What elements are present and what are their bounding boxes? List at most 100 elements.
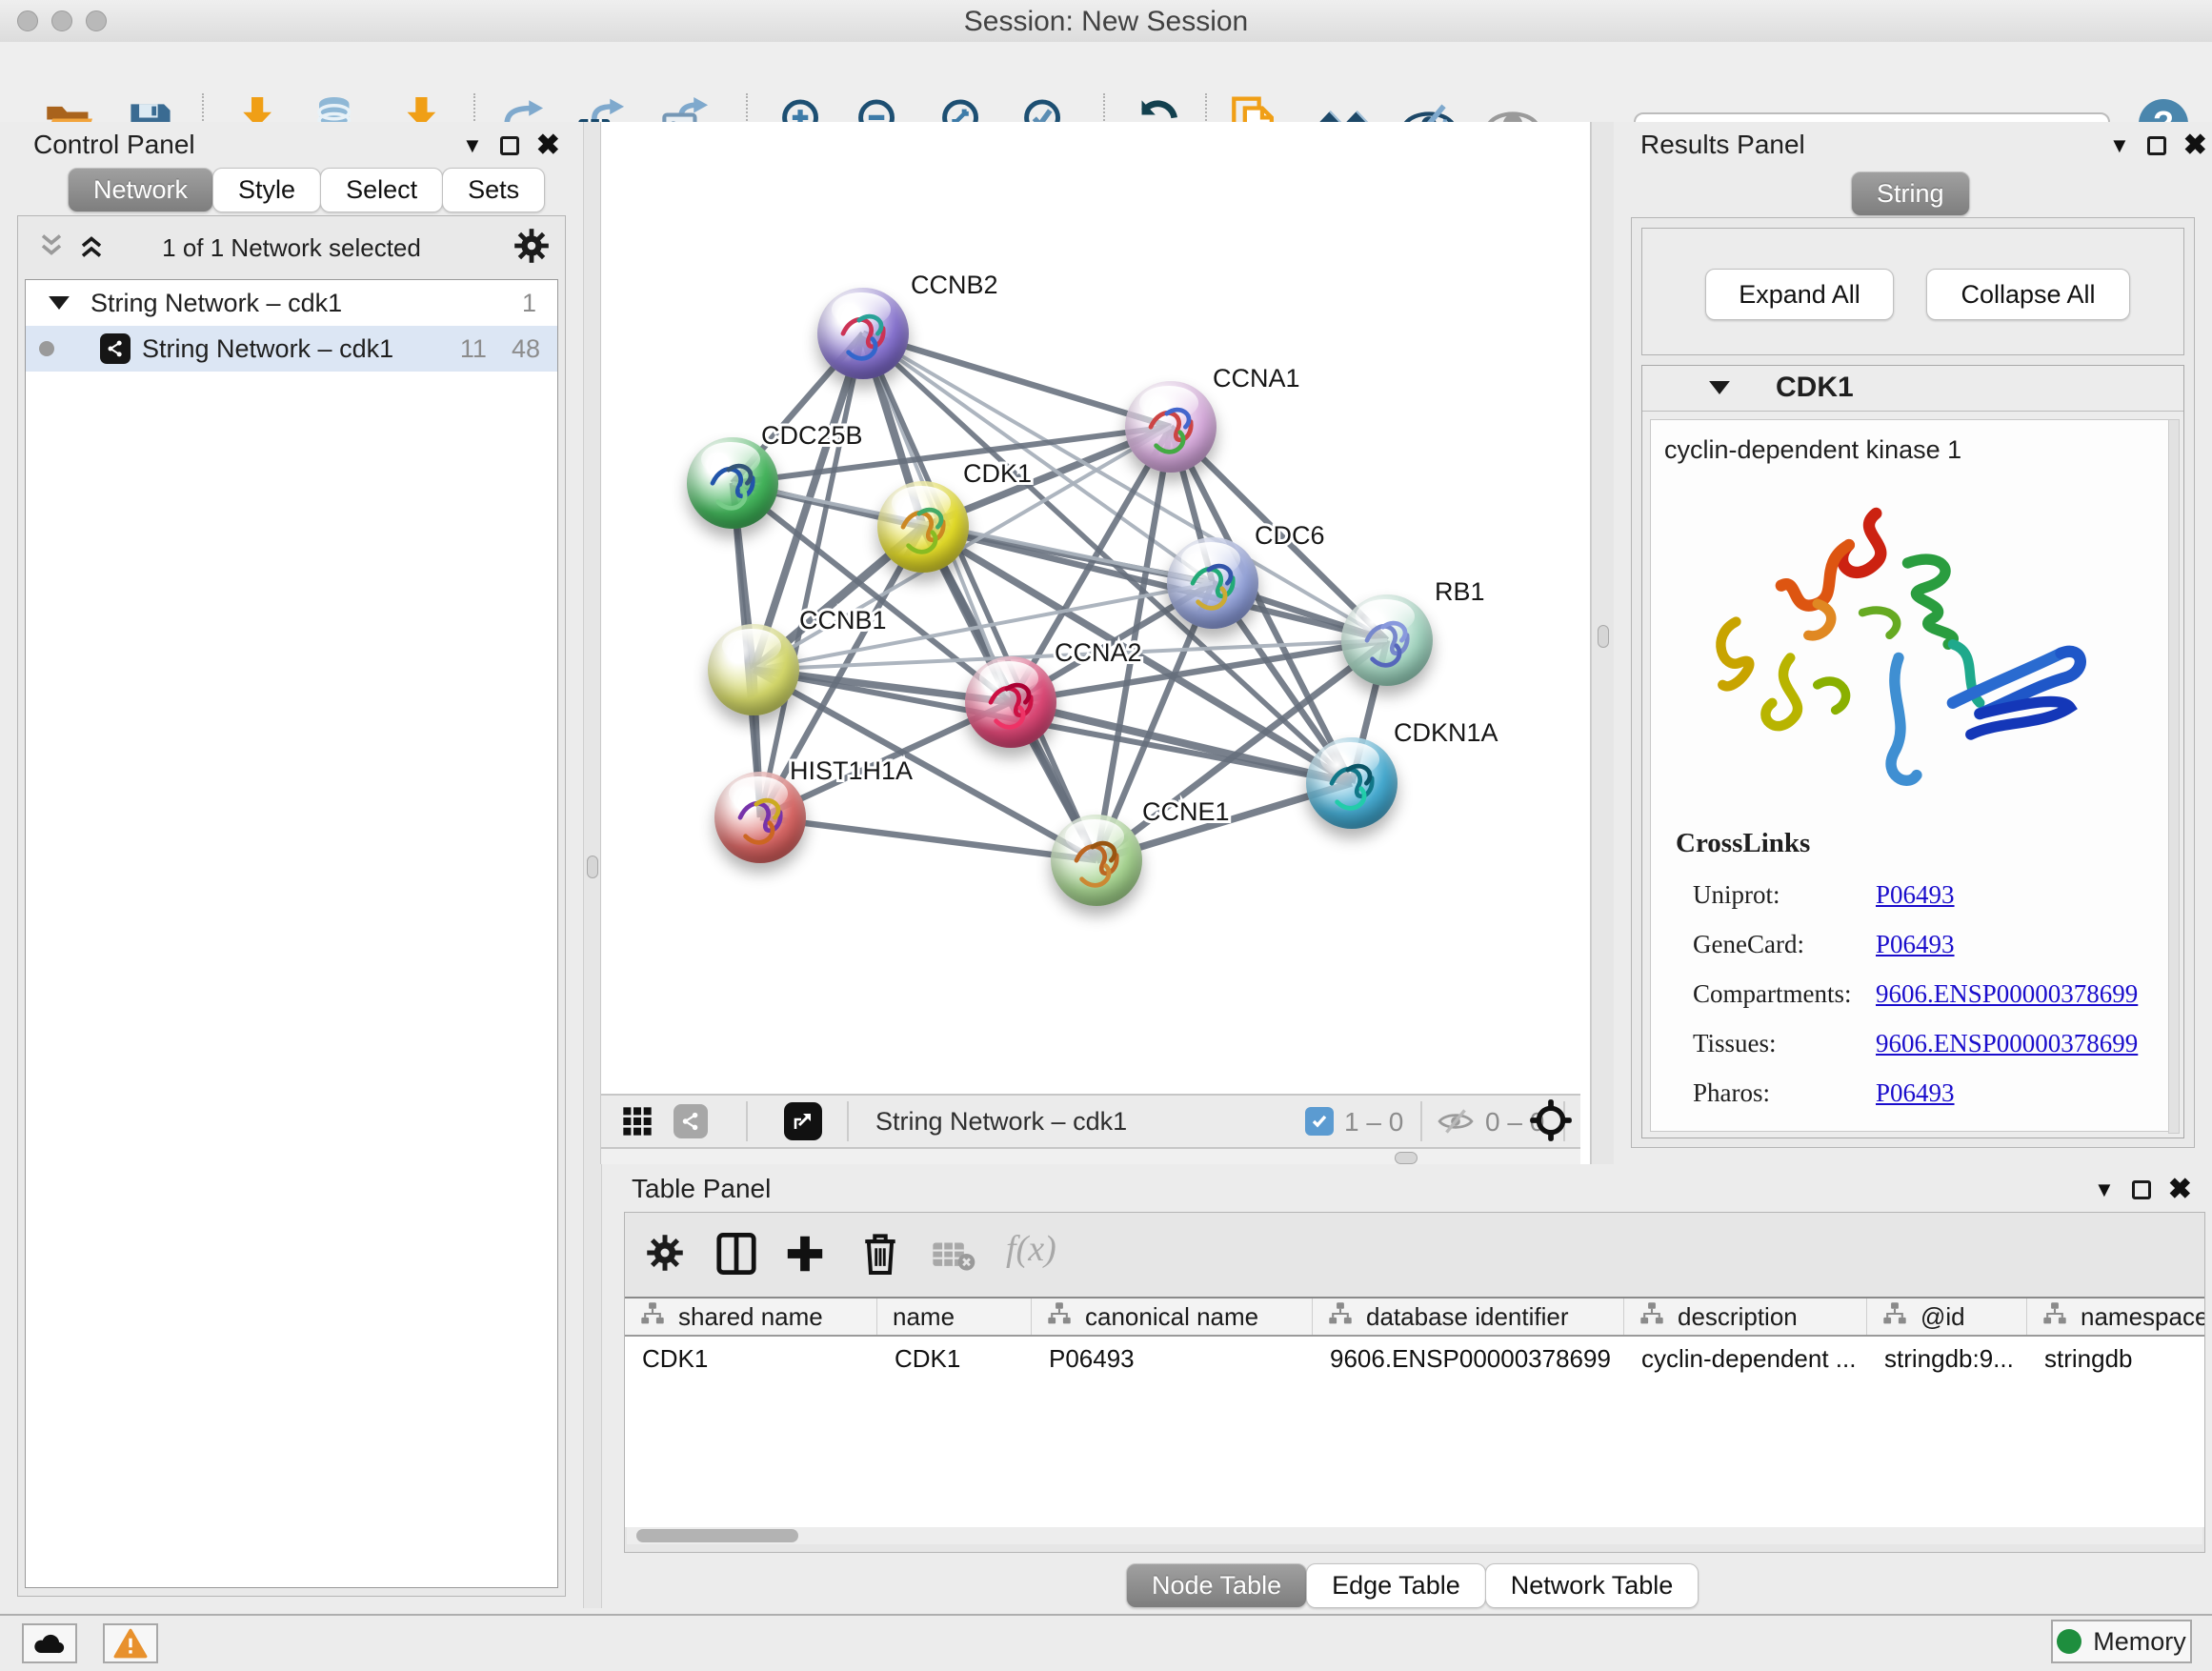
selected-count: 1 – 0 <box>1344 1107 1403 1137</box>
node-CCNA1[interactable] <box>1125 381 1217 473</box>
results-panel-menu-icon[interactable]: ▼ <box>2109 133 2130 158</box>
close-panel-icon[interactable]: ✖ <box>2168 1180 2192 1199</box>
tab-select[interactable]: Select <box>320 168 443 212</box>
node-CCNA2[interactable] <box>965 656 1056 748</box>
warning-button[interactable] <box>103 1623 158 1663</box>
column-header-namespace[interactable]: namespace <box>2027 1299 2205 1335</box>
node-CDC6[interactable] <box>1167 537 1258 629</box>
selected-checkbox[interactable] <box>1305 1107 1334 1136</box>
table-panel-menu-icon[interactable]: ▼ <box>2094 1178 2115 1202</box>
column-header-shared-name[interactable]: shared name <box>625 1299 877 1335</box>
hierarchy-icon <box>1639 1301 1664 1333</box>
cell-canonical-name[interactable]: P06493 <box>1032 1337 1313 1527</box>
table-settings-gear-icon[interactable] <box>646 1234 684 1277</box>
memory-button[interactable]: Memory <box>2051 1620 2192 1663</box>
tab-style[interactable]: Style <box>212 168 321 212</box>
tab-sets[interactable]: Sets <box>442 168 545 212</box>
hierarchy-icon <box>2042 1301 2067 1333</box>
node-CDK1[interactable] <box>877 481 969 573</box>
splitter-handle[interactable] <box>587 856 598 878</box>
network-canvas[interactable]: CCNB2CCNA1CDC25BCDK1CDC6RB1CCNB1CCNA2CDK… <box>601 122 1580 1094</box>
toolbar-separator <box>1420 1101 1422 1141</box>
splitter-bottom[interactable] <box>601 1149 1580 1164</box>
results-panel: Results Panel ▼ ✖ String Expand All Coll… <box>1614 122 2212 1164</box>
edge-CCNB2-CCNA1[interactable] <box>863 333 1171 427</box>
collapse-triangle-icon[interactable] <box>1709 381 1730 394</box>
crosslink-link[interactable]: P06493 <box>1876 1078 1955 1108</box>
tab-network-table[interactable]: Network Table <box>1485 1563 1699 1608</box>
hierarchy-icon <box>640 1301 665 1333</box>
column-header-database-identifier[interactable]: database identifier <box>1313 1299 1624 1335</box>
cell-name[interactable]: CDK1 <box>877 1337 1032 1527</box>
node-RB1[interactable] <box>1341 594 1433 686</box>
memory-status-dot <box>2057 1629 2081 1654</box>
splitter-handle[interactable] <box>1598 625 1609 648</box>
control-panel-menu-icon[interactable]: ▼ <box>462 133 483 158</box>
node-label-CDK1: CDK1 <box>963 459 1032 488</box>
network-row-selected[interactable]: String Network – cdk1 11 48 <box>26 326 557 372</box>
network-share-view-icon[interactable] <box>674 1104 708 1138</box>
column-header-description[interactable]: description <box>1624 1299 1867 1335</box>
tab-string[interactable]: String <box>1851 171 1970 216</box>
gear-icon[interactable] <box>513 228 550 269</box>
table-row[interactable]: CDK1CDK1P064939606.ENSP00000378699cyclin… <box>625 1337 2205 1527</box>
column-header-name[interactable]: name <box>877 1299 1032 1335</box>
crosslink-link[interactable]: 9606.ENSP00000378699 <box>1876 979 2138 1009</box>
float-panel-icon[interactable] <box>2147 136 2166 155</box>
cell-namespace[interactable]: stringdb <box>2027 1337 2205 1527</box>
gene-details: cyclin-dependent kinase 1 <box>1650 419 2176 1132</box>
float-panel-icon[interactable] <box>2132 1180 2151 1199</box>
table-horizontal-scrollbar[interactable] <box>627 1527 2202 1544</box>
crosslink-link[interactable]: 9606.ENSP00000378699 <box>1876 1029 2138 1058</box>
crosslink-link[interactable]: P06493 <box>1876 880 1955 910</box>
add-column-icon[interactable] <box>785 1234 825 1278</box>
tab-node-table[interactable]: Node Table <box>1126 1563 1307 1608</box>
open-in-new-window-icon[interactable] <box>784 1102 822 1140</box>
protein-ribbon-icon <box>830 303 896 370</box>
grid-view-icon[interactable] <box>622 1106 653 1141</box>
float-panel-icon[interactable] <box>500 136 519 155</box>
node-label-HIST1H1A: HIST1H1A <box>790 756 913 785</box>
splitter-right[interactable] <box>1591 122 1616 1164</box>
column-header-canonical-name[interactable]: canonical name <box>1032 1299 1313 1335</box>
crosslink-label: Uniprot: <box>1693 880 1876 910</box>
cell-database-identifier[interactable]: 9606.ENSP00000378699 <box>1313 1337 1624 1527</box>
show-columns-icon[interactable] <box>716 1232 756 1280</box>
node-HIST1H1A[interactable] <box>714 772 806 863</box>
results-buttons-box: Expand All Collapse All <box>1641 228 2184 355</box>
splitter-handle[interactable] <box>1395 1152 1418 1164</box>
splitter-left[interactable] <box>583 122 602 1608</box>
node-CCNB2[interactable] <box>817 288 909 379</box>
delete-column-icon[interactable] <box>861 1232 899 1280</box>
cloud-button[interactable] <box>22 1623 77 1663</box>
tab-network[interactable]: Network <box>68 168 213 212</box>
node-CDKN1A[interactable] <box>1306 737 1398 829</box>
node-CCNB1[interactable] <box>708 624 799 715</box>
node-CCNE1[interactable] <box>1051 815 1142 906</box>
network-collection-row[interactable]: String Network – cdk1 1 <box>26 280 557 326</box>
table-panel: Table Panel ▼ ✖ f(x) shared namenamecan <box>617 1170 2212 1614</box>
column-header-@id[interactable]: @id <box>1867 1299 2027 1335</box>
edge-CCNE1-HIST1H1A[interactable] <box>760 817 1096 860</box>
function-builder-icon: f(x) <box>1006 1228 1056 1270</box>
hidden-eye-icon[interactable] <box>1438 1107 1474 1140</box>
results-scrollbar[interactable] <box>2168 419 2180 1134</box>
gene-section-header[interactable]: CDK1 <box>1642 366 2183 412</box>
network-manager-box: 1 of 1 Network selected String Network –… <box>17 215 566 1597</box>
gene-symbol: CDK1 <box>1776 372 1854 404</box>
crosslink-link[interactable]: P06493 <box>1876 930 1955 959</box>
protein-ribbon-icon <box>890 496 956 563</box>
network-selection-status: 1 of 1 Network selected <box>18 233 565 263</box>
close-panel-icon[interactable]: ✖ <box>2183 136 2207 155</box>
application-window: Session: New Session <box>0 0 2212 1671</box>
cell-description[interactable]: cyclin-dependent ... <box>1624 1337 1867 1527</box>
node-CDC25B[interactable] <box>687 437 778 529</box>
close-panel-icon[interactable]: ✖ <box>536 136 560 155</box>
cell-shared-name[interactable]: CDK1 <box>625 1337 877 1527</box>
scrollbar-thumb[interactable] <box>636 1529 798 1542</box>
tab-edge-table[interactable]: Edge Table <box>1306 1563 1486 1608</box>
cell-@id[interactable]: stringdb:9... <box>1867 1337 2027 1527</box>
collapse-all-button[interactable]: Collapse All <box>1926 269 2130 320</box>
expand-all-button[interactable]: Expand All <box>1705 269 1894 320</box>
crosshair-icon[interactable] <box>1529 1098 1573 1147</box>
